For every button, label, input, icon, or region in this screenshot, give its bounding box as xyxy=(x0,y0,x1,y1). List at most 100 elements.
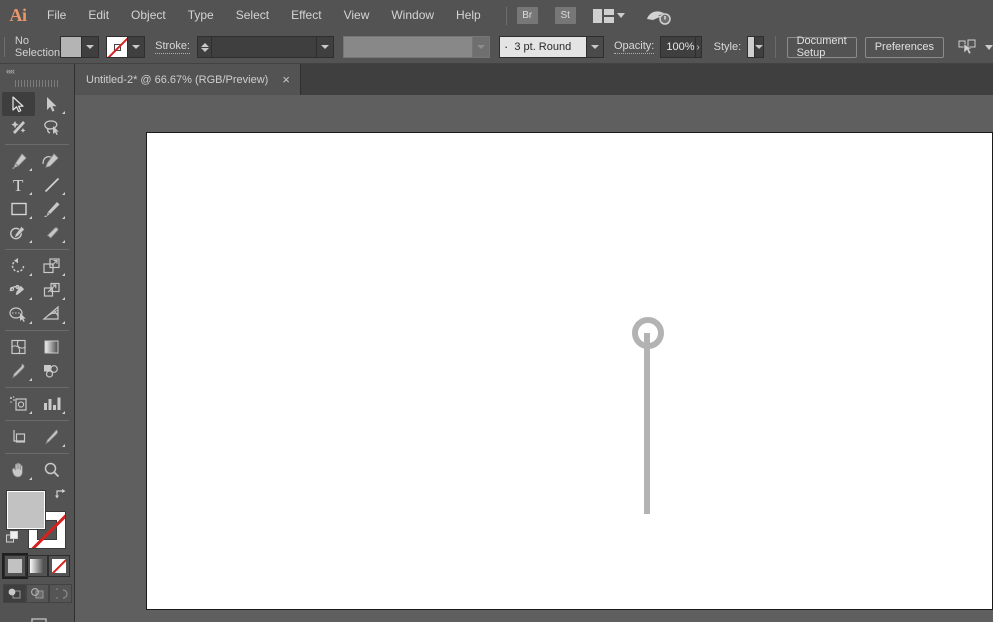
curvature-tool[interactable] xyxy=(35,149,68,173)
menu-item-view[interactable]: View xyxy=(333,0,381,31)
arrange-documents-icon[interactable] xyxy=(593,9,614,23)
menu-item-effect[interactable]: Effect xyxy=(280,0,332,31)
tool-group-navigation xyxy=(2,458,74,482)
graphic-style-dropdown[interactable] xyxy=(755,36,764,58)
direct-selection-tool[interactable] xyxy=(35,92,68,116)
eraser-tool[interactable] xyxy=(35,221,68,245)
preferences-button[interactable]: Preferences xyxy=(865,37,944,58)
tool-flyout-indicator xyxy=(29,192,32,195)
pen-tool[interactable] xyxy=(2,149,35,173)
fill-color-box[interactable] xyxy=(7,491,45,529)
opacity-input[interactable]: 100% xyxy=(660,36,695,58)
shaper-tool[interactable] xyxy=(2,221,35,245)
tool-flyout-indicator xyxy=(62,240,65,243)
bridge-button[interactable]: Br xyxy=(517,7,538,24)
artboard[interactable] xyxy=(146,132,993,610)
document-tab[interactable]: Untitled-2* @ 66.67% (RGB/Preview) × xyxy=(75,64,301,95)
magic-wand-tool[interactable] xyxy=(2,116,35,140)
default-fill-stroke-icon[interactable] xyxy=(6,531,20,545)
brush-definition-group: · 3 pt. Round xyxy=(490,36,604,58)
control-bar-grip[interactable] xyxy=(4,37,7,57)
tools-panel-grip[interactable] xyxy=(15,80,59,87)
tool-group-artboard xyxy=(2,425,74,449)
swap-fill-stroke-icon[interactable] xyxy=(54,487,68,501)
tool-flyout-indicator xyxy=(29,321,32,324)
fill-swatch-group xyxy=(60,36,99,58)
eyedropper-tool[interactable] xyxy=(2,359,35,383)
opacity-label: Opacity: xyxy=(614,40,654,54)
tool-group-drawing: T xyxy=(2,149,74,245)
tool-flyout-indicator xyxy=(29,273,32,276)
gradient-tool[interactable] xyxy=(35,335,68,359)
brush-definition-dropdown[interactable] xyxy=(587,36,604,58)
selection-tool[interactable] xyxy=(2,92,35,116)
menu-item-file[interactable]: File xyxy=(36,0,77,31)
align-chevron-down-icon[interactable] xyxy=(985,45,993,50)
color-mode-solid[interactable] xyxy=(4,555,26,577)
color-mode-none[interactable] xyxy=(48,555,70,577)
mesh-tool[interactable] xyxy=(2,335,35,359)
width-tool[interactable] xyxy=(2,278,35,302)
menu-item-window[interactable]: Window xyxy=(380,0,445,31)
menu-item-object[interactable]: Object xyxy=(120,0,177,31)
shape-builder-tool[interactable] xyxy=(2,302,35,326)
perspective-grid-tool[interactable] xyxy=(35,302,68,326)
brush-definition-input[interactable]: · 3 pt. Round xyxy=(499,36,587,58)
tool-flyout-indicator xyxy=(62,216,65,219)
stroke-swatch-dropdown[interactable] xyxy=(128,36,145,58)
draw-inside-mode[interactable] xyxy=(49,584,72,603)
color-mode-gradient[interactable] xyxy=(26,555,48,577)
column-graph-tool[interactable] xyxy=(35,392,68,416)
canvas-area[interactable] xyxy=(75,95,993,622)
line-segment-tool[interactable] xyxy=(35,173,68,197)
close-icon[interactable]: × xyxy=(282,73,290,86)
draw-behind-mode[interactable] xyxy=(26,584,49,603)
hand-tool[interactable] xyxy=(2,458,35,482)
align-to-selection-icon[interactable] xyxy=(958,39,978,55)
stock-button[interactable]: St xyxy=(555,7,576,24)
stroke-weight-stepper[interactable] xyxy=(197,36,212,58)
graphic-style-swatch[interactable] xyxy=(747,36,755,58)
chevron-down-icon[interactable] xyxy=(617,13,625,18)
blend-tool[interactable] xyxy=(35,359,68,383)
paintbrush-tool[interactable] xyxy=(35,197,68,221)
tool-flyout-indicator xyxy=(62,444,65,447)
rotate-tool[interactable] xyxy=(2,254,35,278)
stroke-weight-group xyxy=(197,36,334,58)
free-transform-tool[interactable] xyxy=(35,278,68,302)
slice-tool[interactable] xyxy=(35,425,68,449)
variable-width-profile-input xyxy=(343,36,473,58)
control-bar: No Selection Stroke: · 3 pt. Round xyxy=(0,31,993,64)
tool-divider xyxy=(5,453,69,454)
creative-cloud-sync-icon[interactable] xyxy=(645,6,671,26)
artboard-tool[interactable] xyxy=(2,425,35,449)
stroke-weight-dropdown[interactable] xyxy=(317,36,334,58)
tool-flyout-indicator xyxy=(62,297,65,300)
draw-normal-mode[interactable] xyxy=(3,584,26,603)
menu-item-type[interactable]: Type xyxy=(177,0,225,31)
zoom-tool[interactable] xyxy=(35,458,68,482)
menu-item-help[interactable]: Help xyxy=(445,0,492,31)
artwork-circle-path[interactable] xyxy=(632,317,664,349)
fill-color-swatch[interactable] xyxy=(60,36,82,58)
tool-flyout-indicator xyxy=(29,411,32,414)
change-screen-mode-icon[interactable] xyxy=(24,616,50,622)
document-setup-button[interactable]: Document Setup xyxy=(787,37,857,58)
stroke-weight-input[interactable] xyxy=(212,36,317,58)
collapse-panel-icon[interactable]: «« xyxy=(6,66,14,76)
rectangle-tool[interactable] xyxy=(2,197,35,221)
illustrator-window: Ai File Edit Object Type Select Effect V… xyxy=(0,0,993,622)
lasso-tool[interactable] xyxy=(35,116,68,140)
menu-item-edit[interactable]: Edit xyxy=(77,0,120,31)
symbol-sprayer-tool[interactable] xyxy=(2,392,35,416)
stroke-color-swatch[interactable] xyxy=(106,36,128,58)
svg-text:T: T xyxy=(13,176,24,194)
tool-divider xyxy=(5,387,69,388)
artwork-line-path[interactable] xyxy=(644,333,650,514)
opacity-options-arrow[interactable]: › xyxy=(696,36,702,58)
menu-item-select[interactable]: Select xyxy=(225,0,280,31)
type-tool[interactable]: T xyxy=(2,173,35,197)
scale-tool[interactable] xyxy=(35,254,68,278)
fill-swatch-dropdown[interactable] xyxy=(82,36,99,58)
tool-divider xyxy=(5,420,69,421)
